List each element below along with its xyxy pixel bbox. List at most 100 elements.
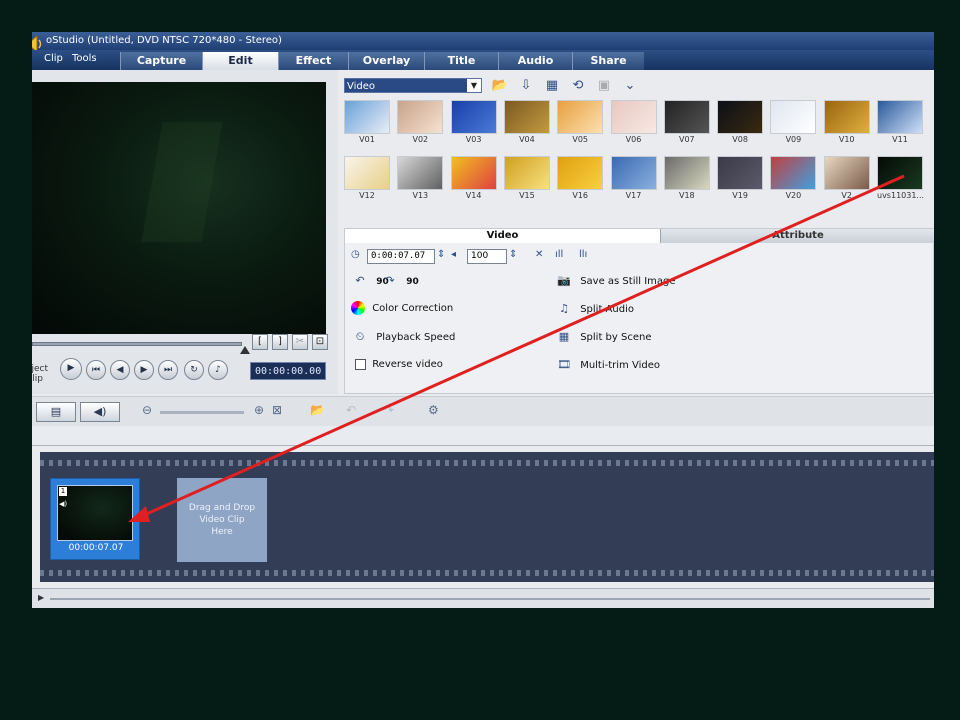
color-correction-button[interactable]: Color Correction	[351, 301, 453, 317]
library-thumbnail[interactable]: V12	[344, 156, 390, 204]
mark-out-button[interactable]: ]	[272, 334, 288, 350]
fade-in-icon[interactable]: ıll	[555, 249, 563, 260]
volume-spinner-icon[interactable]: ⇕	[509, 249, 517, 260]
repeat-icon[interactable]: ↻	[184, 360, 204, 380]
library-thumbnail[interactable]: V10	[823, 100, 870, 148]
library-thumbnail[interactable]: V15	[503, 156, 550, 204]
timecode-field[interactable]: 00:00:00.00	[250, 362, 326, 380]
project-clip-toggle[interactable]: oject Clip	[32, 364, 48, 384]
library-thumbnail[interactable]: V05	[557, 100, 604, 148]
save-still-button[interactable]: 📷 Save as Still Image	[555, 273, 675, 290]
library-thumbnail[interactable]: V04	[503, 100, 550, 148]
tab-title[interactable]: Title	[424, 52, 498, 70]
timeline-scrollbar[interactable]: ▶	[32, 588, 934, 608]
previous-frame-icon[interactable]: ◀	[110, 360, 130, 380]
storyboard-track[interactable]: 1 ◀) 00:00:07.07 Drag and Drop Video Cli…	[40, 452, 934, 582]
duration-field[interactable]: 0:00:07.07	[367, 249, 435, 264]
library-thumbnail[interactable]: V02	[397, 100, 444, 148]
jog-slider[interactable]	[32, 342, 242, 346]
end-icon[interactable]: ⏭	[158, 360, 178, 380]
tab-share[interactable]: Share	[572, 52, 644, 70]
library-thumbnail[interactable]: V19	[717, 156, 764, 204]
library-thumbnail[interactable]: uvs11031...	[877, 156, 924, 204]
mark-in-button[interactable]: [	[252, 334, 268, 350]
enlarge-preview-icon[interactable]: ⊡	[312, 334, 328, 350]
library-thumbnail[interactable]: V18	[663, 156, 710, 204]
thumbnail-label: V18	[678, 191, 695, 200]
film-perforation-top	[40, 460, 934, 466]
scroll-track[interactable]	[50, 598, 930, 600]
import-icon[interactable]: ⇩	[516, 77, 536, 95]
library-category-value: Video	[347, 81, 376, 92]
playback-speed-button[interactable]: ⏲ Playback Speed	[351, 329, 456, 346]
tab-attribute[interactable]: Attribute	[661, 229, 934, 243]
library-thumbnail[interactable]: V08	[717, 100, 764, 148]
tab-capture[interactable]: Capture	[120, 52, 202, 70]
cut-clip-icon[interactable]: ✂	[292, 334, 308, 350]
options-icon[interactable]: ▣	[594, 77, 614, 95]
library-category-select[interactable]: Video ▼	[344, 78, 482, 93]
undo-icon[interactable]: ↶	[346, 403, 356, 417]
volume-field[interactable]: 100	[467, 249, 507, 264]
library-manager-icon[interactable]: ▦	[542, 77, 562, 95]
tab-effect[interactable]: Effect	[278, 52, 348, 70]
duration-spinner-icon[interactable]: ⇕	[437, 249, 445, 260]
tab-audio[interactable]: Audio	[498, 52, 572, 70]
library-thumbnail[interactable]: V01	[344, 100, 390, 148]
jog-slider-handle[interactable]	[240, 346, 250, 354]
thumbnail-image	[450, 156, 497, 190]
drop-zone[interactable]: Drag and Drop Video Clip Here	[177, 478, 267, 562]
home-icon[interactable]: ⏮	[86, 360, 106, 380]
rotate-right-button[interactable]: ↷ 90	[381, 273, 418, 290]
library-thumbnail[interactable]: V17	[610, 156, 657, 204]
library-thumbnail[interactable]: V16	[557, 156, 604, 204]
audio-view-icon[interactable]: ◀)	[80, 402, 120, 422]
library-thumbnail[interactable]: V03	[450, 100, 497, 148]
reverse-video-checkbox[interactable]: Reverse video	[355, 357, 443, 373]
library-thumbnail[interactable]: V07	[663, 100, 710, 148]
library-thumbnail[interactable]: V09	[770, 100, 817, 148]
zoom-out-icon[interactable]: ⊖	[142, 403, 152, 417]
library-thumbnail[interactable]: V06	[610, 100, 657, 148]
video-studio-window: oStudio (Untitled, DVD NTSC 720*480 - St…	[32, 32, 934, 608]
drop-text-line-3: Here	[211, 527, 233, 537]
menu-tools[interactable]: Tools	[72, 53, 97, 64]
storyboard-view-icon[interactable]: ▤	[36, 402, 76, 422]
convert-icon[interactable]: ⟲	[568, 77, 588, 95]
split-audio-icon: ♫	[559, 302, 569, 315]
thumbnail-image	[450, 100, 497, 134]
zoom-in-icon[interactable]: ⊕	[254, 403, 264, 417]
split-by-scene-button[interactable]: ▦ Split by Scene	[555, 329, 652, 346]
fit-project-icon[interactable]: ⊠	[272, 403, 282, 417]
next-frame-icon[interactable]: ▶	[134, 360, 154, 380]
split-by-scene-label: Split by Scene	[580, 332, 652, 343]
thumbnail-image	[610, 100, 657, 134]
timeline-clip[interactable]: 1 ◀) 00:00:07.07	[50, 478, 140, 560]
system-volume-icon[interactable]: ♪	[208, 360, 228, 380]
menu-clip[interactable]: Clip	[44, 53, 63, 64]
title-bar: oStudio (Untitled, DVD NTSC 720*480 - St…	[32, 32, 934, 54]
library-thumbnail[interactable]: V13	[397, 156, 444, 204]
scroll-right-icon[interactable]: ▶	[38, 593, 44, 602]
insert-media-icon[interactable]: 📂	[310, 403, 325, 417]
library-thumbnail[interactable]: V20	[770, 156, 817, 204]
library-thumbnail[interactable]: V2	[823, 156, 870, 204]
fade-out-icon[interactable]: llı	[579, 249, 587, 260]
library-thumbnail[interactable]: V14	[450, 156, 497, 204]
multi-trim-button[interactable]: 🎞 Multi-trim Video	[555, 357, 660, 374]
folder-open-icon[interactable]: 📂	[490, 77, 510, 95]
redo-icon[interactable]: ↷	[384, 403, 394, 417]
library-thumbnail[interactable]: V11	[877, 100, 923, 148]
smart-proxy-icon[interactable]: ⚙	[428, 403, 439, 417]
zoom-slider[interactable]	[160, 411, 244, 414]
tab-overlay[interactable]: Overlay	[348, 52, 424, 70]
preview-window[interactable]	[32, 82, 326, 334]
volume-icon: ◂	[451, 249, 457, 260]
tab-video-options[interactable]: Video	[345, 229, 661, 243]
expand-icon[interactable]: ⌄	[620, 77, 640, 95]
mute-icon[interactable]: ✕	[535, 249, 543, 260]
thumbnail-image	[397, 156, 444, 190]
tab-edit[interactable]: Edit	[202, 52, 278, 70]
play-icon[interactable]: ▶	[60, 358, 82, 380]
split-audio-button[interactable]: ♫ Split Audio	[555, 301, 634, 318]
